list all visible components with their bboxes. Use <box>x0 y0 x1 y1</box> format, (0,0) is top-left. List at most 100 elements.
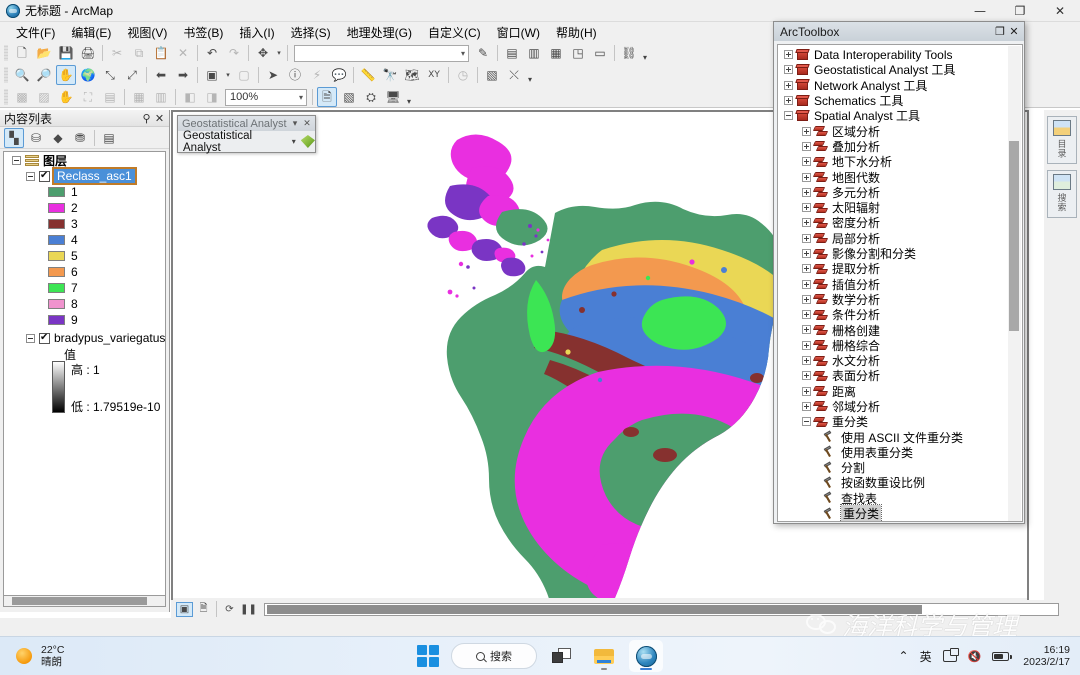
find-icon[interactable]: 🔭 <box>380 65 400 85</box>
tool-node[interactable]: 使用 ASCII 文件重分类 <box>778 429 1010 445</box>
battery-icon[interactable] <box>992 651 1012 661</box>
expander-icon[interactable] <box>784 80 793 90</box>
ime-indicator[interactable]: 英 <box>920 648 932 665</box>
scrollbar-thumb[interactable] <box>267 604 922 614</box>
layout-zoom-whole-page-icon[interactable]: ▦ <box>129 87 149 107</box>
toolset-node[interactable]: 栅格创建 <box>778 322 1010 338</box>
expander-icon[interactable] <box>802 157 811 167</box>
toolset-node[interactable]: 表面分析 <box>778 368 1010 383</box>
expander-icon[interactable] <box>802 203 811 213</box>
layout-zoom-out-icon[interactable]: ▨ <box>34 87 54 107</box>
expander-icon[interactable] <box>802 294 811 304</box>
tool-node[interactable]: 按函数重设比例 <box>778 475 1010 490</box>
tool-node[interactable]: 分割 <box>778 460 1010 475</box>
toolset-node[interactable]: 地下水分析 <box>778 154 1010 169</box>
taskbar-search-button[interactable]: 搜索 <box>451 643 537 669</box>
arctoolbox-maximize-icon[interactable]: ❐ <box>993 25 1007 38</box>
geostatistical-analyst-toolbar[interactable]: Geostatistical Analyst ▾ ✕ Geostatistica… <box>177 115 316 154</box>
network-icon[interactable] <box>942 648 959 662</box>
toc-horizontal-scrollbar[interactable] <box>3 595 166 607</box>
tool-node[interactable]: 使用表重分类 <box>778 445 1010 460</box>
undo-icon[interactable]: ↶ <box>202 43 222 63</box>
chevron-down-icon[interactable]: ▾ <box>292 137 296 146</box>
toggle-draft-mode-icon[interactable]: 🗎 <box>317 87 337 107</box>
data-view-icon[interactable]: ▣ <box>176 601 193 617</box>
toolbox-node-tracking-analyst[interactable]: Tracking Analyst 工具 <box>778 521 1010 522</box>
start-button[interactable] <box>417 645 439 667</box>
zoom-in-icon[interactable]: 🔍 <box>12 65 32 85</box>
toolset-node[interactable]: 插值分析 <box>778 276 1010 292</box>
list-by-source-icon[interactable]: ⛁ <box>26 128 46 148</box>
toolset-node[interactable]: 多元分析 <box>778 185 1010 200</box>
clear-selection-icon[interactable]: ▢ <box>234 65 254 85</box>
menu-insert[interactable]: 插入(I) <box>231 22 282 43</box>
expander-icon[interactable] <box>26 333 35 343</box>
menu-help[interactable]: 帮助(H) <box>548 22 605 43</box>
menu-customize[interactable]: 自定义(C) <box>420 22 489 43</box>
expander-icon[interactable] <box>784 65 793 75</box>
toolbar-overflow-icon[interactable]: ▾ <box>404 87 414 107</box>
expander-icon[interactable] <box>784 521 793 522</box>
layer-visibility-checkbox[interactable] <box>39 170 50 182</box>
toolset-node[interactable]: 区域分析 <box>778 123 1010 139</box>
toolset-node[interactable]: 提取分析 <box>778 261 1010 276</box>
search-tab[interactable]: 搜索 <box>1047 170 1077 218</box>
time-slider-icon[interactable]: ◷ <box>453 65 473 85</box>
expander-icon[interactable] <box>802 233 811 243</box>
chevron-down-icon[interactable]: ▾ <box>289 119 301 129</box>
toolbox-node-spatial-analyst[interactable]: Spatial Analyst 工具 <box>778 108 1010 123</box>
catalog-tab[interactable]: 目录 <box>1047 116 1077 164</box>
pan-icon[interactable]: ✋ <box>56 65 76 85</box>
menu-selection[interactable]: 选择(S) <box>283 22 339 43</box>
expander-icon[interactable] <box>784 50 793 60</box>
menu-geoprocessing[interactable]: 地理处理(G) <box>339 22 420 43</box>
toolset-node[interactable]: 距离 <box>778 384 1010 399</box>
expander-icon[interactable] <box>802 340 811 350</box>
focus-data-frame-icon[interactable]: ▧ <box>339 87 359 107</box>
delete-icon[interactable]: ✕ <box>173 43 193 63</box>
expander-icon[interactable] <box>802 141 811 151</box>
toc-root-layers[interactable]: 图层 <box>4 152 165 168</box>
search-window-icon[interactable]: ▦ <box>546 43 566 63</box>
layout-zoom-in-icon[interactable]: ▩ <box>12 87 32 107</box>
expander-icon[interactable] <box>802 187 811 197</box>
clock[interactable]: 16:19 2023/2/17 <box>1023 644 1070 668</box>
toolset-node[interactable]: 影像分割和分类 <box>778 246 1010 261</box>
expander-icon[interactable] <box>802 371 811 381</box>
toc-tree[interactable]: 图层 Reclass_asc1 1 2 3 4 <box>3 151 166 603</box>
go-to-xy-icon[interactable]: XY <box>424 65 444 85</box>
arctoolbox-vertical-scrollbar[interactable] <box>1008 46 1021 521</box>
pause-drawing-icon[interactable]: ❚❚ <box>240 602 257 617</box>
menu-bookmarks[interactable]: 书签(B) <box>175 22 231 43</box>
toolbox-node[interactable]: Network Analyst 工具 <box>778 78 1010 93</box>
swipe-icon[interactable]: ⤬ <box>504 65 524 85</box>
toolset-node[interactable]: 栅格综合 <box>778 338 1010 353</box>
list-by-visibility-icon[interactable]: ◆ <box>48 128 68 148</box>
open-icon[interactable]: 📂 <box>34 43 54 63</box>
file-explorer-button[interactable] <box>587 640 621 672</box>
scrollbar-thumb[interactable] <box>12 597 147 605</box>
expander-icon[interactable] <box>802 264 811 274</box>
list-by-drawing-order-icon[interactable]: ▚ <box>4 127 24 148</box>
layout-pan-icon[interactable]: ✋ <box>56 87 76 107</box>
refresh-view-icon[interactable]: ⟳ <box>221 602 238 617</box>
toc-options-icon[interactable]: ▤ <box>99 128 119 148</box>
menu-view[interactable]: 视图(V) <box>119 22 175 43</box>
layout-view-icon[interactable]: 🗎 <box>195 602 212 617</box>
expander-icon[interactable] <box>802 249 811 258</box>
arctoolbox-window[interactable]: ArcToolbox ❐ ✕ Data Interoperability Too… <box>773 21 1025 524</box>
add-data-icon[interactable]: ✥ <box>253 43 273 63</box>
layout-fixed-zoom-icon[interactable]: ▤ <box>100 87 120 107</box>
expander-icon[interactable] <box>802 325 811 335</box>
toolbar-overflow-icon[interactable]: ▾ <box>525 65 535 85</box>
find-route-icon[interactable]: 🗺 <box>402 65 422 85</box>
toolbar-grip[interactable] <box>4 67 8 83</box>
maximize-button[interactable]: ❐ <box>1000 0 1040 22</box>
copy-icon[interactable]: ⧉ <box>129 43 149 63</box>
model-builder-icon[interactable]: ⛓ <box>619 43 639 63</box>
list-by-selection-icon[interactable]: ⛃ <box>70 128 90 148</box>
layout-go-forward-icon[interactable]: ◨ <box>202 87 222 107</box>
layer-visibility-checkbox[interactable] <box>39 332 50 344</box>
scrollbar-thumb[interactable] <box>1009 141 1019 331</box>
weather-widget[interactable]: 22°C 晴朗 <box>16 644 64 668</box>
